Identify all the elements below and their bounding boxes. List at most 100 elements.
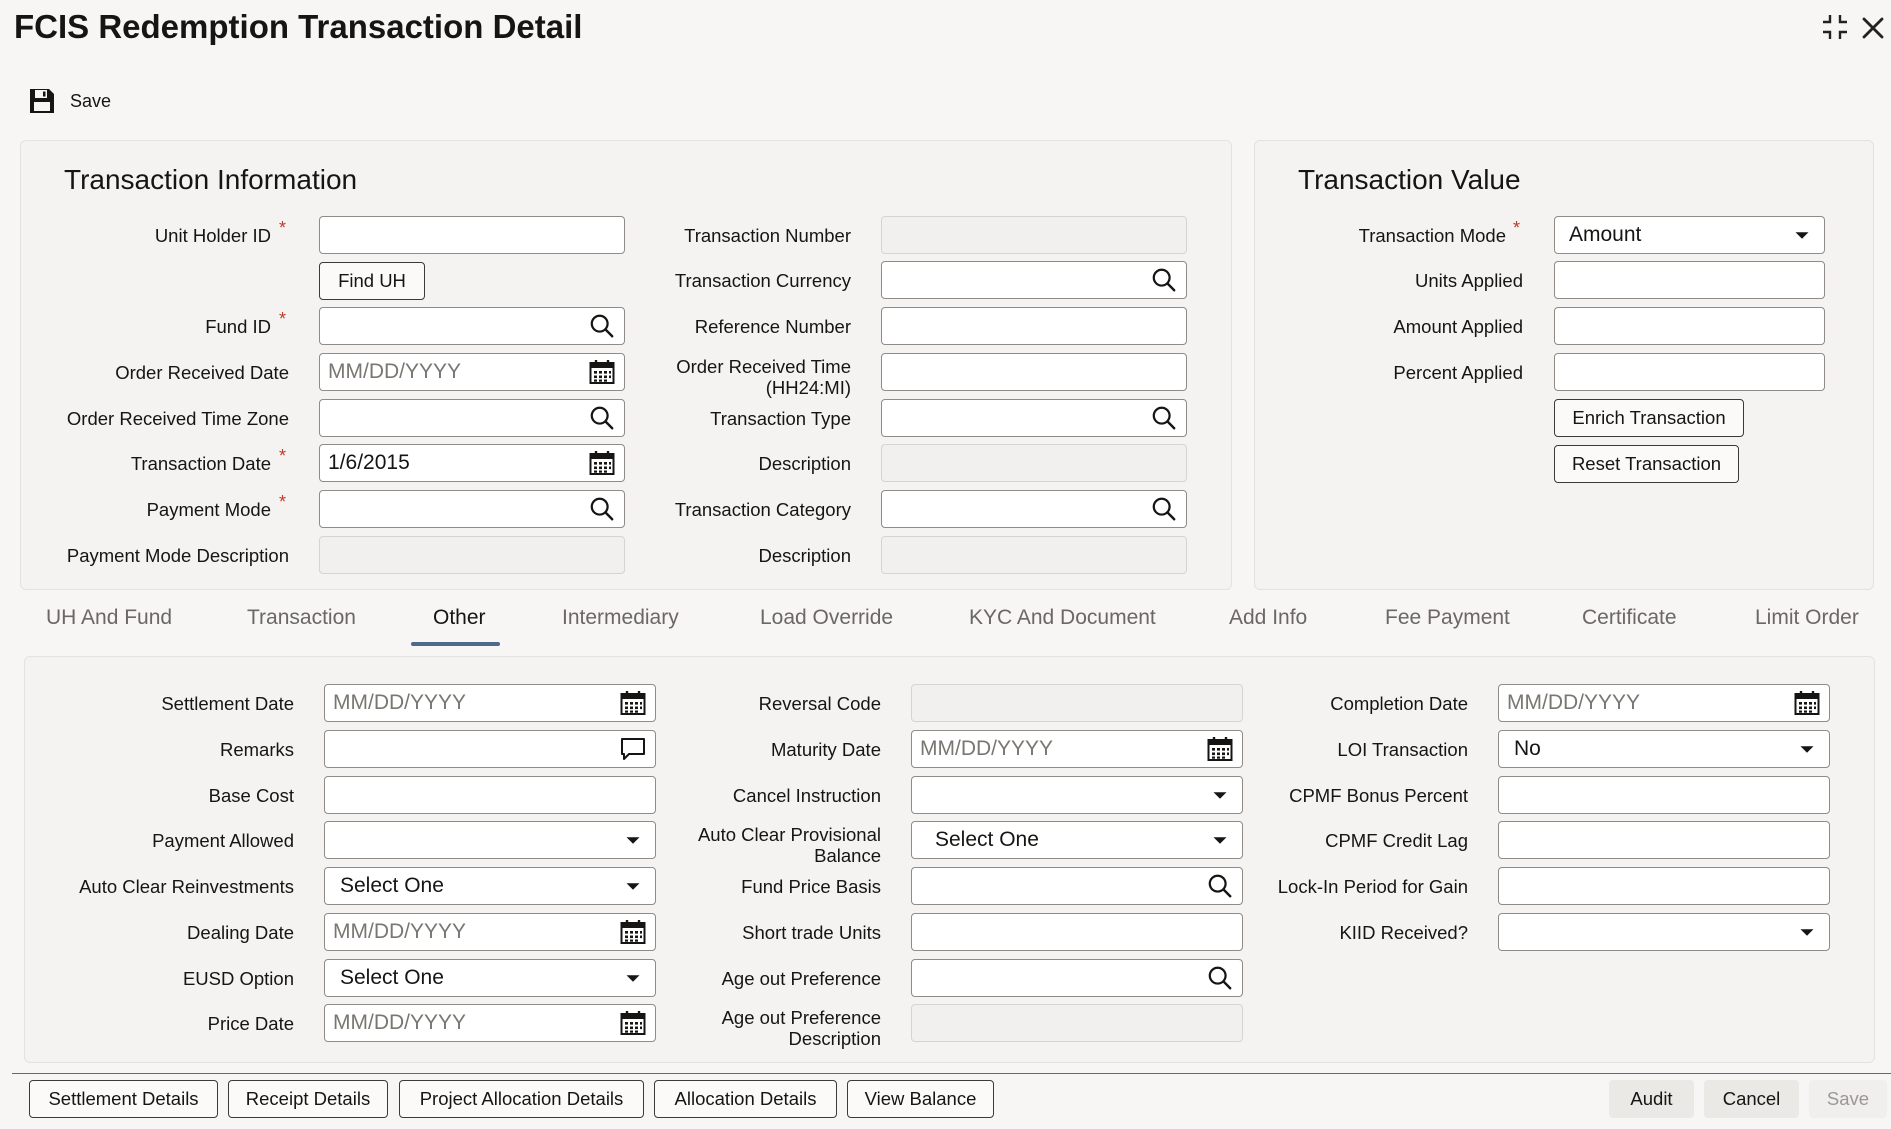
view-balance-button[interactable]: View Balance (847, 1080, 994, 1118)
kiid-received-select[interactable] (1498, 913, 1830, 951)
payment-mode-input[interactable] (319, 490, 625, 528)
base-cost-input[interactable] (324, 776, 656, 814)
tab-intermediary[interactable]: Intermediary (562, 606, 679, 630)
tab-add-info[interactable]: Add Info (1229, 606, 1307, 630)
amount-applied-input[interactable] (1554, 307, 1825, 345)
tab-other[interactable]: Other (433, 606, 486, 630)
base-cost-label: Base Cost (208, 785, 294, 806)
fund-id-label: Fund ID (205, 316, 271, 337)
caret-down-icon[interactable] (619, 872, 647, 900)
calendar-icon[interactable] (1793, 689, 1821, 717)
transaction-date-value: 1/6/2015 (328, 451, 410, 474)
cpmf-bonus-percent-input[interactable] (1498, 776, 1830, 814)
tab-kyc-and-document[interactable]: KYC And Document (969, 606, 1156, 630)
calendar-icon[interactable] (619, 918, 647, 946)
tab-transaction[interactable]: Transaction (247, 606, 356, 630)
transaction-category-label: Transaction Category (674, 499, 851, 520)
transaction-date-label: Transaction Date (130, 453, 271, 474)
price-date-input[interactable]: MM/DD/YYYY (324, 1004, 656, 1042)
cpmf-credit-lag-input[interactable] (1498, 821, 1830, 859)
loi-transaction-value: No (1514, 737, 1541, 760)
transaction-number-label: Transaction Number (684, 225, 851, 246)
unit-holder-id-input[interactable] (319, 216, 625, 254)
search-icon[interactable] (1206, 964, 1234, 992)
tab-load-override[interactable]: Load Override (760, 606, 893, 630)
date-placeholder: MM/DD/YYYY (1507, 691, 1641, 714)
description-label: Description (758, 453, 851, 474)
caret-down-icon[interactable] (1206, 826, 1234, 854)
enrich-transaction-button[interactable]: Enrich Transaction (1554, 399, 1744, 437)
fund-price-basis-input[interactable] (911, 867, 1243, 905)
caret-down-icon[interactable] (1206, 781, 1234, 809)
caret-down-icon[interactable] (619, 826, 647, 854)
search-icon[interactable] (588, 312, 616, 340)
find-uh-button[interactable]: Find UH (319, 262, 425, 300)
search-icon[interactable] (1206, 872, 1234, 900)
tab-uh-and-fund[interactable]: UH And Fund (46, 606, 172, 630)
order-received-time-zone-input[interactable] (319, 399, 625, 437)
footer-save-button[interactable]: Save (1809, 1080, 1887, 1118)
transaction-mode-select[interactable]: Amount (1554, 216, 1825, 254)
required-marker: * (279, 309, 287, 329)
order-received-date-input[interactable]: MM/DD/YYYY (319, 353, 625, 391)
tab-fee-payment[interactable]: Fee Payment (1385, 606, 1510, 630)
cancel-button[interactable]: Cancel (1704, 1080, 1799, 1118)
comment-icon[interactable] (619, 735, 647, 763)
auto-clear-reinvestments-value: Select One (340, 874, 444, 897)
units-applied-input[interactable] (1554, 261, 1825, 299)
transaction-date-input[interactable]: 1/6/2015 (319, 444, 625, 482)
cancel-instruction-select[interactable] (911, 776, 1243, 814)
age-out-preference-input[interactable] (911, 959, 1243, 997)
transaction-category-input[interactable] (881, 490, 1187, 528)
calendar-icon[interactable] (588, 449, 616, 477)
calendar-icon[interactable] (588, 358, 616, 386)
settlement-details-button[interactable]: Settlement Details (29, 1080, 218, 1118)
auto-clear-provisional-value: Select One (935, 828, 1039, 851)
auto-clear-reinvestments-select[interactable]: Select One (324, 867, 656, 905)
caret-down-icon[interactable] (1793, 735, 1821, 763)
maturity-date-input[interactable]: MM/DD/YYYY (911, 730, 1243, 768)
receipt-details-button[interactable]: Receipt Details (228, 1080, 388, 1118)
auto-clear-provisional-select[interactable]: Select One (911, 821, 1243, 859)
payment-allowed-select[interactable] (324, 821, 656, 859)
short-trade-units-input[interactable] (911, 913, 1243, 951)
completion-date-input[interactable]: MM/DD/YYYY (1498, 684, 1830, 722)
search-icon[interactable] (1150, 495, 1178, 523)
percent-applied-input[interactable] (1554, 353, 1825, 391)
transaction-value-title: Transaction Value (1298, 164, 1521, 195)
allocation-details-button[interactable]: Allocation Details (654, 1080, 837, 1118)
transaction-currency-input[interactable] (881, 261, 1187, 299)
eusd-option-select[interactable]: Select One (324, 959, 656, 997)
maximize-icon[interactable] (1820, 12, 1850, 50)
loi-transaction-select[interactable]: No (1498, 730, 1830, 768)
search-icon[interactable] (588, 495, 616, 523)
transaction-mode-value: Amount (1569, 223, 1642, 246)
reference-number-input[interactable] (881, 307, 1187, 345)
caret-down-icon[interactable] (1788, 221, 1816, 249)
toolbar-save-button[interactable]: Save (28, 84, 111, 118)
audit-button[interactable]: Audit (1609, 1080, 1694, 1118)
tab-certificate[interactable]: Certificate (1582, 606, 1677, 630)
reset-transaction-button[interactable]: Reset Transaction (1554, 445, 1739, 483)
caret-down-icon[interactable] (619, 964, 647, 992)
dealing-date-input[interactable]: MM/DD/YYYY (324, 913, 656, 951)
fund-id-input[interactable] (319, 307, 625, 345)
settlement-date-input[interactable]: MM/DD/YYYY (324, 684, 656, 722)
search-icon[interactable] (588, 404, 616, 432)
lock-in-period-input[interactable] (1498, 867, 1830, 905)
close-icon[interactable] (1860, 12, 1886, 50)
remarks-label: Remarks (219, 739, 294, 760)
calendar-icon[interactable] (619, 1009, 647, 1037)
project-allocation-details-button[interactable]: Project Allocation Details (399, 1080, 644, 1118)
percent-applied-label: Percent Applied (1393, 362, 1523, 383)
transaction-type-input[interactable] (881, 399, 1187, 437)
calendar-icon[interactable] (619, 689, 647, 717)
caret-down-icon[interactable] (1793, 918, 1821, 946)
tab-limit-order[interactable]: Limit Order (1755, 606, 1859, 630)
search-icon[interactable] (1150, 404, 1178, 432)
transaction-type-label: Transaction Type (710, 408, 851, 429)
remarks-input[interactable] (324, 730, 656, 768)
search-icon[interactable] (1150, 266, 1178, 294)
calendar-icon[interactable] (1206, 735, 1234, 763)
order-received-time-input[interactable] (881, 353, 1187, 391)
